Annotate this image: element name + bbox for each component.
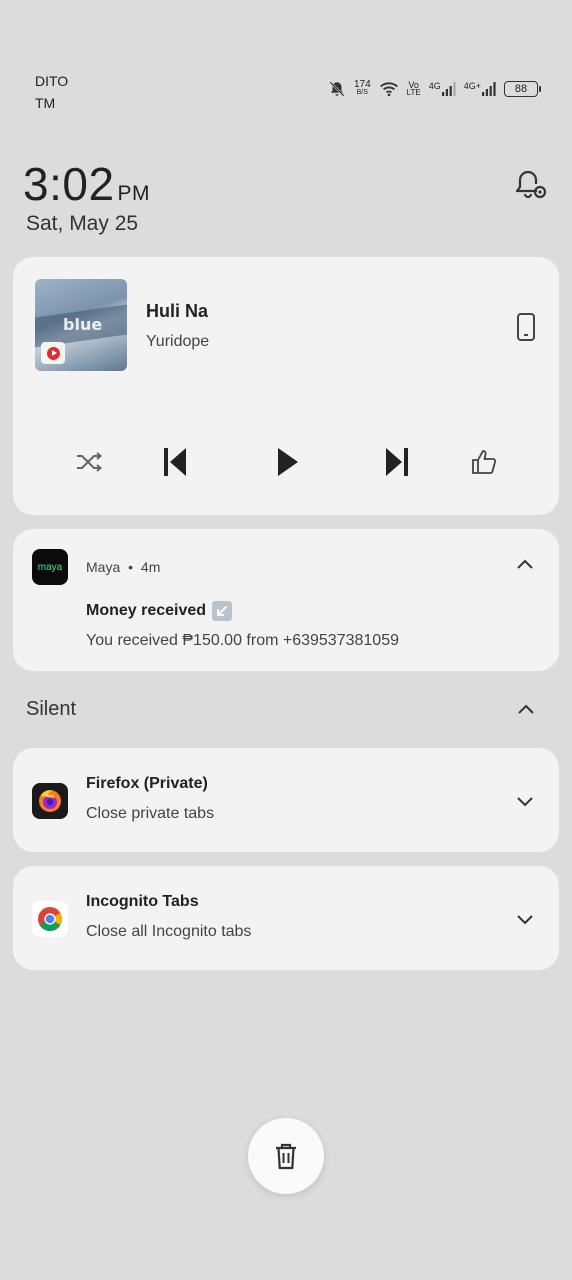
arrow-down-left-icon [212, 601, 233, 621]
battery-level: 88 [514, 83, 528, 95]
clock-digits: 3:02 [23, 158, 115, 210]
bell-off-icon [329, 81, 345, 97]
like-button[interactable] [464, 442, 504, 482]
carrier-name: DITO TM [35, 70, 68, 114]
notification-title: Money received [86, 601, 233, 621]
maya-app-icon: maya [32, 549, 68, 585]
clock-date[interactable]: Sat, May 25 [26, 212, 138, 236]
notification-title-text: Money received [86, 602, 207, 619]
media-player-card[interactable]: blue Huli Na Yuridope [13, 257, 559, 515]
maya-logo-text: maya [37, 561, 63, 573]
song-artist: Yuridope [146, 333, 210, 350]
previous-icon [164, 448, 186, 476]
clock-ampm: PM [117, 182, 151, 205]
song-title: Huli Na [146, 301, 209, 321]
notification-text: Close all Incognito tabs [86, 923, 252, 940]
collapse-button[interactable] [513, 553, 537, 577]
carrier-line-1: DITO [35, 73, 69, 89]
previous-button[interactable] [155, 442, 195, 482]
chevron-up-icon [518, 704, 534, 714]
album-art[interactable]: blue [35, 279, 127, 371]
firefox-app-icon [32, 783, 68, 819]
play-button[interactable] [267, 442, 307, 482]
sim1-signal: 4G [429, 82, 456, 96]
clear-all-button[interactable] [248, 1118, 324, 1194]
signal-icon [482, 82, 496, 96]
expand-button[interactable] [513, 789, 537, 813]
sim2-type: 4G+ [463, 81, 481, 91]
notification-settings-icon [515, 170, 547, 199]
net-speed-value: 174 [353, 79, 371, 90]
notification-time: 4m [140, 559, 161, 575]
expand-button[interactable] [513, 907, 537, 931]
signal-icon [441, 82, 456, 96]
play-icon [278, 448, 298, 476]
notification-settings-button[interactable] [510, 164, 550, 204]
clock-time[interactable]: 3:02 PM [23, 158, 150, 220]
notification-text: You received ₱150.00 from +639537381059 [86, 632, 399, 649]
chevron-down-icon [517, 915, 533, 925]
album-art-text: blue [63, 315, 103, 334]
silent-collapse-button[interactable] [514, 698, 538, 722]
net-speed: 174 B/S [353, 79, 371, 97]
trash-icon [276, 1143, 296, 1170]
notification-card-incognito[interactable]: Incognito Tabs Close all Incognito tabs [13, 866, 559, 970]
shuffle-button[interactable] [69, 442, 109, 482]
status-icons: 174 B/S Vo LTE 4G 4G+ 88 [328, 76, 541, 102]
notification-app-name: Maya [86, 559, 121, 575]
net-speed-unit: B/S [356, 89, 368, 96]
wifi-icon [379, 82, 398, 97]
volte-bottom: LTE [406, 88, 421, 97]
carrier-line-2: TM [35, 95, 56, 111]
youtube-music-icon [41, 342, 65, 364]
sim1-type: 4G [428, 81, 441, 91]
notification-text: Close private tabs [86, 805, 215, 822]
notification-title: Firefox (Private) [86, 775, 208, 792]
next-button[interactable] [377, 442, 417, 482]
chevron-up-icon [517, 559, 533, 569]
shuffle-icon [77, 452, 103, 472]
notification-meta: Maya • 4m [86, 559, 161, 575]
silent-section-header: Silent [26, 698, 77, 720]
output-device-button[interactable] [513, 312, 539, 342]
battery-icon: 88 [504, 81, 541, 97]
sim2-signal: 4G+ [464, 82, 496, 96]
chevron-down-icon [517, 797, 533, 807]
notification-title: Incognito Tabs [86, 893, 199, 910]
next-icon [386, 448, 408, 476]
notification-card-maya[interactable]: maya Maya • 4m Money received You receiv… [13, 529, 559, 671]
phone-icon [517, 313, 535, 341]
volte-indicator: Vo LTE [407, 81, 421, 97]
chrome-app-icon [32, 901, 68, 937]
thumbs-up-icon [472, 450, 497, 474]
notification-card-firefox[interactable]: Firefox (Private) Close private tabs [13, 748, 559, 852]
